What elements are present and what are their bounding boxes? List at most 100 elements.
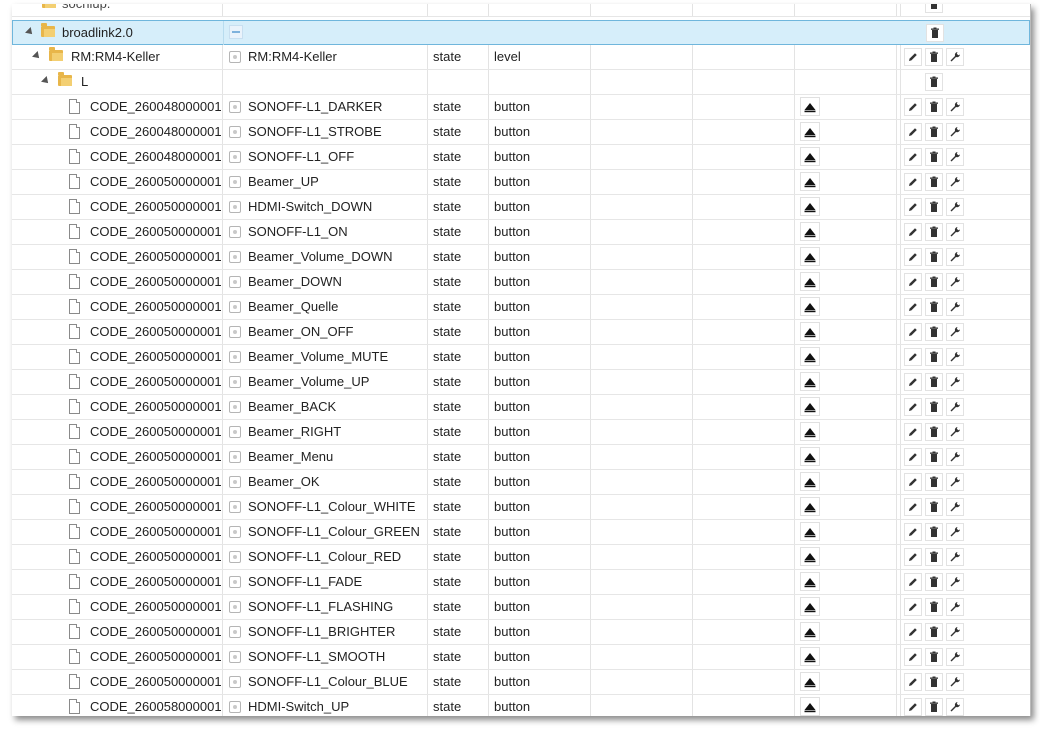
tree-row-state[interactable]: CODE_2600500000012 SONOFF-L1_Colour_BLUE… [12, 670, 1030, 695]
settings-button[interactable] [946, 323, 964, 341]
press-button[interactable] [800, 297, 820, 316]
expand-toggle-icon[interactable] [25, 27, 35, 37]
press-button[interactable] [800, 397, 820, 416]
press-button[interactable] [800, 522, 820, 541]
tree-row-state[interactable]: CODE_2600480000012 SONOFF-L1_STROBE stat… [12, 120, 1030, 145]
settings-button[interactable] [946, 498, 964, 516]
tree-row-device[interactable]: RM:RM4-Keller RM:RM4-Keller state level [12, 45, 1030, 70]
delete-button[interactable] [925, 373, 943, 391]
settings-button[interactable] [946, 223, 964, 241]
tree-row-state[interactable]: CODE_2600500000012 Beamer_Volume_MUTE st… [12, 345, 1030, 370]
edit-button[interactable] [904, 573, 922, 591]
settings-button[interactable] [946, 473, 964, 491]
settings-button[interactable] [946, 173, 964, 191]
edit-button[interactable] [904, 273, 922, 291]
edit-button[interactable] [904, 123, 922, 141]
delete-button[interactable] [925, 573, 943, 591]
delete-button[interactable] [925, 123, 943, 141]
delete-button[interactable] [925, 498, 943, 516]
delete-button[interactable] [925, 98, 943, 116]
tree-row-state[interactable]: CODE_2600500000012 Beamer_RIGHT state bu… [12, 420, 1030, 445]
delete-button[interactable] [925, 348, 943, 366]
delete-button[interactable] [925, 73, 943, 91]
settings-button[interactable] [946, 698, 964, 716]
tree-row-partial[interactable]: sochiup. [12, 4, 1030, 17]
delete-button[interactable] [925, 323, 943, 341]
settings-button[interactable] [946, 648, 964, 666]
press-button[interactable] [800, 247, 820, 266]
press-button[interactable] [800, 322, 820, 341]
press-button[interactable] [800, 147, 820, 166]
edit-button[interactable] [904, 448, 922, 466]
delete-button[interactable] [925, 523, 943, 541]
tree-row-state[interactable]: CODE_2600500000012 Beamer_DOWN state but… [12, 270, 1030, 295]
delete-button[interactable] [925, 598, 943, 616]
edit-button[interactable] [904, 348, 922, 366]
press-button[interactable] [800, 372, 820, 391]
edit-button[interactable] [904, 198, 922, 216]
tree-row-state[interactable]: CODE_2600500000012 Beamer_ON_OFF state b… [12, 320, 1030, 345]
press-button[interactable] [800, 672, 820, 691]
press-button[interactable] [800, 422, 820, 441]
press-button[interactable] [800, 172, 820, 191]
delete-button[interactable] [926, 24, 944, 42]
delete-button[interactable] [925, 398, 943, 416]
edit-button[interactable] [904, 473, 922, 491]
settings-button[interactable] [946, 373, 964, 391]
tree-row-state[interactable]: CODE_2600500000012 Beamer_Volume_DOWN st… [12, 245, 1030, 270]
tree-row-state[interactable]: CODE_2600500000012 SONOFF-L1_Colour_GREE… [12, 520, 1030, 545]
tree-row-root[interactable]: broadlink2.0 [12, 20, 1030, 45]
delete-button[interactable] [925, 223, 943, 241]
settings-button[interactable] [946, 673, 964, 691]
tree-row-state[interactable]: CODE_2600500000012 HDMI-Switch_DOWN stat… [12, 195, 1030, 220]
settings-button[interactable] [946, 548, 964, 566]
press-button[interactable] [800, 122, 820, 141]
press-button[interactable] [800, 572, 820, 591]
tree-row-state[interactable]: CODE_2600500000012 Beamer_OK state butto… [12, 470, 1030, 495]
tree-row-state[interactable]: CODE_2600580000012 HDMI-Switch_UP state … [12, 695, 1030, 716]
press-button[interactable] [800, 222, 820, 241]
press-button[interactable] [800, 697, 820, 716]
edit-button[interactable] [904, 398, 922, 416]
edit-button[interactable] [904, 373, 922, 391]
tree-row-state[interactable]: CODE_2600500000012 SONOFF-L1_SMOOTH stat… [12, 645, 1030, 670]
tree-row-state[interactable]: CODE_2600500000012 SONOFF-L1_FLASHING st… [12, 595, 1030, 620]
settings-button[interactable] [946, 48, 964, 66]
edit-button[interactable] [904, 523, 922, 541]
settings-button[interactable] [946, 623, 964, 641]
settings-button[interactable] [946, 423, 964, 441]
delete-button[interactable] [925, 4, 943, 13]
tree-row-state[interactable]: CODE_2600500000012 SONOFF-L1_BRIGHTER st… [12, 620, 1030, 645]
press-button[interactable] [800, 472, 820, 491]
edit-button[interactable] [904, 423, 922, 441]
tree-row-state[interactable]: CODE_2600500000012 Beamer_BACK state but… [12, 395, 1030, 420]
press-button[interactable] [800, 597, 820, 616]
expand-toggle-icon[interactable] [32, 51, 42, 61]
settings-button[interactable] [946, 573, 964, 591]
settings-button[interactable] [946, 248, 964, 266]
edit-button[interactable] [904, 323, 922, 341]
tree-row-state[interactable]: CODE_2600500000012 Beamer_UP state butto… [12, 170, 1030, 195]
settings-button[interactable] [946, 298, 964, 316]
edit-button[interactable] [904, 148, 922, 166]
tree-row-state[interactable]: CODE_2600480000012 SONOFF-L1_DARKER stat… [12, 95, 1030, 120]
edit-button[interactable] [904, 673, 922, 691]
press-button[interactable] [800, 547, 820, 566]
edit-button[interactable] [904, 498, 922, 516]
edit-button[interactable] [904, 623, 922, 641]
edit-button[interactable] [904, 648, 922, 666]
delete-button[interactable] [925, 548, 943, 566]
press-button[interactable] [800, 497, 820, 516]
edit-button[interactable] [904, 98, 922, 116]
expand-toggle-icon[interactable] [41, 76, 51, 86]
tree-row-state[interactable]: CODE_2600500000012 SONOFF-L1_ON state bu… [12, 220, 1030, 245]
delete-button[interactable] [925, 173, 943, 191]
tree-row-state[interactable]: CODE_2600480000012 SONOFF-L1_OFF state b… [12, 145, 1030, 170]
tree-row-state[interactable]: CODE_2600500000012 Beamer_Quelle state b… [12, 295, 1030, 320]
tree-row-channel[interactable]: L [12, 70, 1030, 95]
delete-button[interactable] [925, 623, 943, 641]
press-button[interactable] [800, 347, 820, 366]
edit-button[interactable] [904, 48, 922, 66]
press-button[interactable] [800, 447, 820, 466]
settings-button[interactable] [946, 148, 964, 166]
